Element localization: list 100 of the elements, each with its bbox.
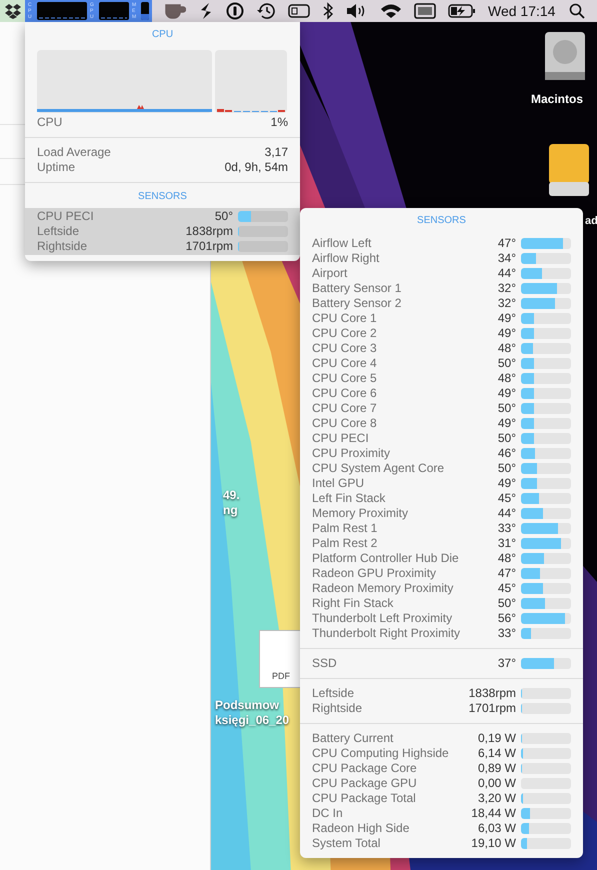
sensor-name: Thunderbolt Left Proximity xyxy=(312,611,454,626)
sensor-name: CPU Core 2 xyxy=(312,326,378,341)
sensor-name: Radeon High Side xyxy=(312,821,410,836)
sensor-value: 6,03 W xyxy=(478,821,516,836)
sensor-value: 1701rpm xyxy=(468,701,516,716)
menu-bar-clock[interactable]: Wed 17:14 xyxy=(488,3,556,19)
sensor-value: 0,19 W xyxy=(478,731,516,746)
file-name-label: Podsumow xyxy=(215,698,280,713)
sensor-value: 44° xyxy=(498,266,516,281)
sensor-name: Airflow Right xyxy=(312,251,380,266)
sensor-value: 18,44 W xyxy=(471,806,516,821)
pdf-file-icon[interactable]: PDF xyxy=(259,630,303,688)
sensor-value: 0,00 W xyxy=(478,776,516,791)
sensor-name: Rightside xyxy=(312,701,364,716)
sensor-value: 33° xyxy=(498,626,516,641)
sensor-name: CPU System Agent Core xyxy=(312,461,446,476)
sensor-name: Left Fin Stack xyxy=(312,491,386,506)
file-name-label: Macintos xyxy=(531,92,584,107)
sensor-name: System Total xyxy=(312,836,382,851)
sensor-value: 34° xyxy=(498,251,516,266)
sensor-name: CPU Core 8 xyxy=(312,416,378,431)
sensor-name: Thunderbolt Right Proximity xyxy=(312,626,462,641)
cpu-label: CPU xyxy=(37,115,64,130)
sensor-value: 32° xyxy=(498,296,516,311)
sensor-name: CPU Core 5 xyxy=(312,371,378,386)
sensor-name: Radeon GPU Proximity xyxy=(312,566,438,581)
sensor-name: Leftside xyxy=(37,224,80,239)
sensor-name: CPU Core 3 xyxy=(312,341,378,356)
sensor-name: Right Fin Stack xyxy=(312,596,394,611)
sensor-value: 6,14 W xyxy=(478,746,516,761)
sensor-value: 0,89 W xyxy=(478,761,516,776)
sensor-name: Leftside xyxy=(312,686,356,701)
stat-value: 3,17 xyxy=(264,145,288,160)
sensor-name: CPU Core 1 xyxy=(312,311,378,326)
sensor-value: 48° xyxy=(498,371,516,386)
sensors-menu-item[interactable]: CPU PECI 50° Leftside 1838rpm Rightside 1701rpm xyxy=(25,208,300,255)
sensor-value: 50° xyxy=(214,209,233,224)
sensor-name: CPU Package Total xyxy=(312,791,417,806)
cpu-usage-value: 1% xyxy=(270,115,288,130)
section-title: SENSORS xyxy=(416,214,467,228)
file-name-label: ng xyxy=(223,503,238,518)
sensor-value: 31° xyxy=(498,536,516,551)
sensor-value: 1838rpm xyxy=(186,224,233,239)
sensor-value: 3,20 W xyxy=(478,791,516,806)
sensor-value: 48° xyxy=(498,341,516,356)
sensor-value: 50° xyxy=(498,596,516,611)
section-title: SENSORS xyxy=(137,190,188,204)
sensor-value: 45° xyxy=(498,581,516,596)
pdf-file-type: PDF xyxy=(272,671,290,681)
sensor-value: 45° xyxy=(498,491,516,506)
sensor-value: 50° xyxy=(498,356,516,371)
stat-label: Uptime xyxy=(37,160,76,175)
sensor-name: Palm Rest 1 xyxy=(312,521,378,536)
sensor-value: 44° xyxy=(498,506,516,521)
sensor-name: Rightside xyxy=(37,239,88,254)
sensor-name: CPU PECI xyxy=(37,209,95,224)
sensor-name: Battery Sensor 1 xyxy=(312,281,402,296)
sensor-value: 46° xyxy=(498,446,516,461)
sensor-name: SSD xyxy=(312,656,338,671)
sensor-name: Intel GPU xyxy=(312,476,366,491)
sensor-value: 32° xyxy=(498,281,516,296)
sensor-name: CPU Core 7 xyxy=(312,401,378,416)
sensor-value: 48° xyxy=(498,551,516,566)
sensor-value: 50° xyxy=(498,401,516,416)
sensor-name: Airport xyxy=(312,266,348,281)
sensor-name: CPU Proximity xyxy=(312,446,392,461)
sensor-name: DC In xyxy=(312,806,344,821)
sensor-value: 50° xyxy=(498,461,516,476)
sensor-name: CPU PECI xyxy=(312,431,370,446)
sensor-name: CPU Computing Highside xyxy=(312,746,450,761)
sensor-name: Airflow Left xyxy=(312,236,372,251)
sensor-name: CPU Package Core xyxy=(312,761,418,776)
file-name-label: 49. xyxy=(223,488,240,503)
file-name-label: ad xyxy=(585,214,597,229)
sensor-value: 37° xyxy=(498,656,516,671)
sensor-name: Memory Proximity xyxy=(312,506,410,521)
sensor-value: 49° xyxy=(498,416,516,431)
sensor-value: 49° xyxy=(498,386,516,401)
sensor-name: CPU Core 6 xyxy=(312,386,378,401)
stat-label: Load Average xyxy=(37,145,112,160)
sensor-name: Platform Controller Hub Die xyxy=(312,551,460,566)
sensor-value: 49° xyxy=(498,311,516,326)
sensor-name: CPU Core 4 xyxy=(312,356,378,371)
sensor-value: 1838rpm xyxy=(468,686,516,701)
sensor-value: 47° xyxy=(498,566,516,581)
sensor-value: 1701rpm xyxy=(186,239,233,254)
section-title: CPU xyxy=(150,28,174,42)
sensor-name: CPU Package GPU xyxy=(312,776,418,791)
sensor-value: 49° xyxy=(498,476,516,491)
sensor-name: Battery Current xyxy=(312,731,394,746)
sensor-value: 19,10 W xyxy=(471,836,516,851)
sensor-value: 49° xyxy=(498,326,516,341)
sensor-value: 47° xyxy=(498,236,516,251)
sensor-name: Palm Rest 2 xyxy=(312,536,378,551)
sensor-name: Radeon Memory Proximity xyxy=(312,581,454,596)
sensor-value: 50° xyxy=(498,431,516,446)
stat-value: 0d, 9h, 54m xyxy=(224,160,288,175)
sensor-name: Battery Sensor 2 xyxy=(312,296,402,311)
sensor-value: 33° xyxy=(498,521,516,536)
sensor-value: 56° xyxy=(498,611,516,626)
